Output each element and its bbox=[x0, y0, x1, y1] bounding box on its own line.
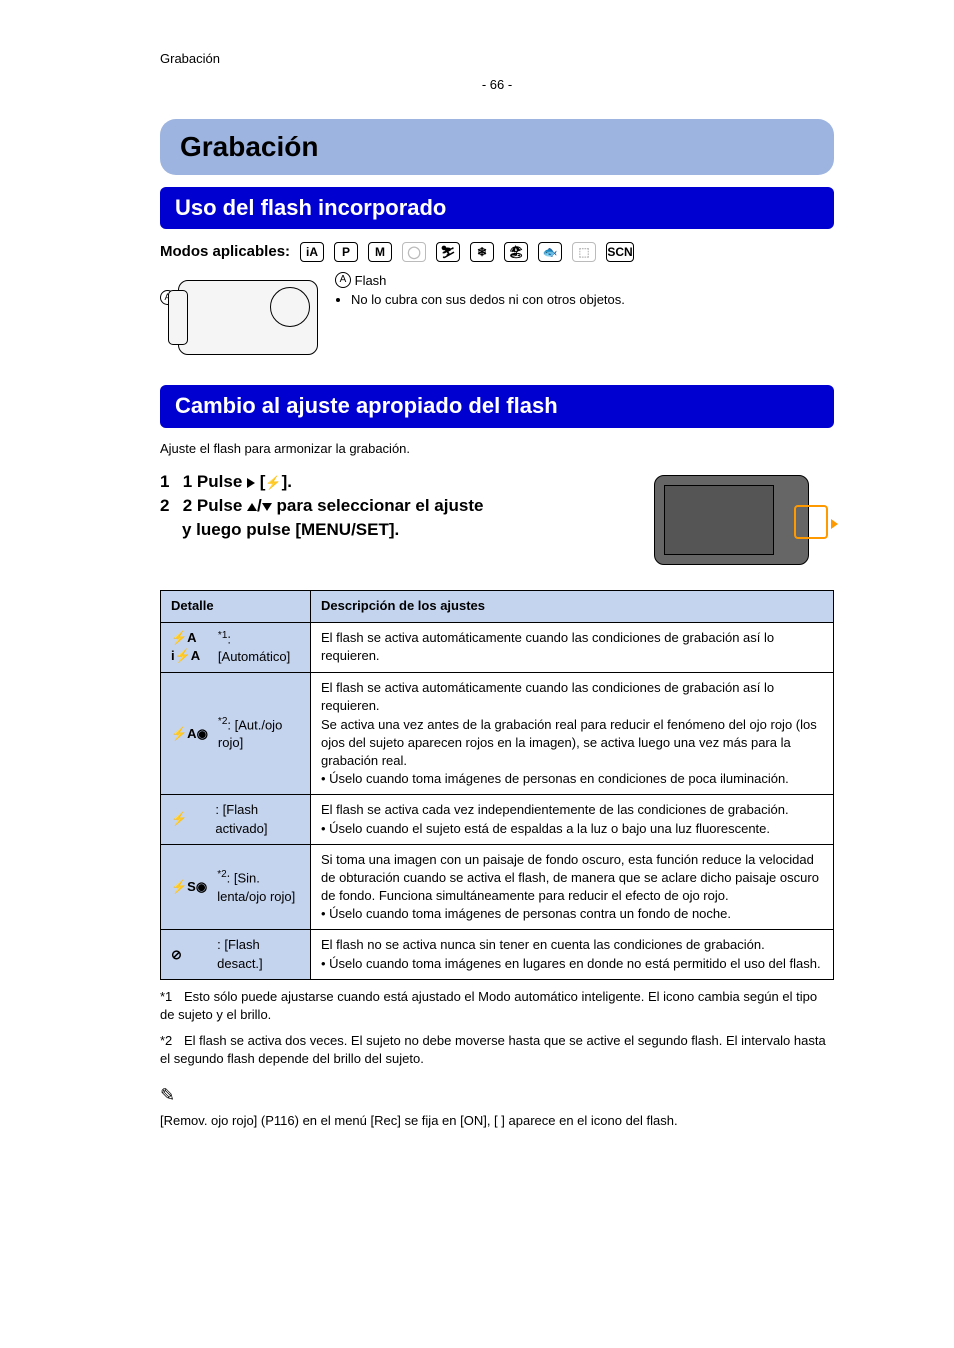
mode-icon-m: M bbox=[368, 242, 392, 262]
row1-sup: *2 bbox=[218, 716, 227, 727]
mode-icon-snow: ❄ bbox=[470, 242, 494, 262]
footnote1-mark: *1 bbox=[160, 988, 184, 1006]
steps-row: 1 1 Pulse []. 2 2 Pulse / para seleccion… bbox=[160, 470, 834, 570]
footnote2-mark: *2 bbox=[160, 1032, 184, 1050]
row1-label: : [Aut./ojo rojo] bbox=[218, 717, 282, 750]
mode-icon-beach: 🏖 bbox=[504, 242, 528, 262]
flash-label-block: A Flash No lo cubra con sus dedos ni con… bbox=[335, 272, 625, 308]
modes-row: Modos aplicables: iA P M ◯ ⛷ ❄ 🏖 🐟 ⬚ SCN bbox=[160, 241, 834, 262]
flash-label-text: Flash bbox=[355, 273, 387, 288]
step1-text-c: ]. bbox=[282, 472, 292, 491]
flash-icon bbox=[265, 472, 281, 491]
table-row: ⚡S◉ *2: [Sin. lenta/ojo rojo] Si toma un… bbox=[161, 844, 834, 930]
step2-text-c: para seleccionar el ajuste bbox=[276, 496, 483, 515]
flash-on-icon: ⚡ bbox=[171, 810, 205, 828]
camera-illustration-row: A A Flash No lo cubra con sus dedos ni c… bbox=[160, 272, 834, 360]
footnote2-text: El flash se activa dos veces. El sujeto … bbox=[160, 1033, 826, 1066]
dpad-highlight bbox=[794, 505, 828, 539]
camera-rear-illustration bbox=[654, 470, 834, 570]
mode-icon-scn: SCN bbox=[606, 242, 634, 262]
callout-badge-a-inline: A bbox=[335, 272, 351, 288]
flash-off-icon: ⊘ bbox=[171, 946, 207, 964]
row0-sup: *1 bbox=[218, 630, 227, 641]
row4-label: : [Flash desact.] bbox=[217, 937, 263, 970]
auto-flash-icon: ⚡Ai⚡A bbox=[171, 629, 208, 665]
pencil-icon bbox=[160, 1083, 834, 1108]
using-flash-title: Uso del flash incorporado bbox=[160, 187, 834, 230]
row2-label: : [Flash activado] bbox=[215, 802, 267, 835]
section-recording: Grabación bbox=[160, 119, 834, 174]
page-category: Grabación bbox=[160, 50, 834, 68]
step1-text-a: 1 Pulse bbox=[183, 472, 243, 491]
mode-icon-p: P bbox=[334, 242, 358, 262]
slow-sync-redeye-icon: ⚡S◉ bbox=[171, 878, 207, 896]
mode-icon-dim: ◯ bbox=[402, 242, 426, 262]
row0-desc: El flash se activa automáticamente cuand… bbox=[311, 622, 834, 673]
table-row: ⚡A◉ *2: [Aut./ojo rojo] El flash se acti… bbox=[161, 673, 834, 795]
camera-front-illustration: A bbox=[160, 272, 320, 360]
note-block: [Remov. ojo rojo] (P116) en el menú [Rec… bbox=[160, 1083, 834, 1130]
switching-title: Cambio al ajuste apropiado del flash bbox=[160, 385, 834, 428]
table-row: ⚡ : [Flash activado] El flash se activa … bbox=[161, 795, 834, 844]
right-arrow-icon bbox=[247, 478, 255, 488]
footnote2b-text: [Remov. ojo rojo] (P116) en el menú [Rec… bbox=[160, 1113, 678, 1128]
footnote-1: *1Esto sólo puede ajustarse cuando está … bbox=[160, 988, 834, 1024]
mode-icon-uw: 🐟 bbox=[538, 242, 562, 262]
step2-text-d: y luego pulse [MENU/SET]. bbox=[182, 518, 638, 542]
page-number: - 66 - bbox=[160, 76, 834, 94]
flash-note: No lo cubra con sus dedos ni con otros o… bbox=[351, 291, 625, 309]
footnote-2: *2El flash se activa dos veces. El sujet… bbox=[160, 1032, 834, 1068]
table-row: ⚡Ai⚡A *1: [Automático] El flash se activ… bbox=[161, 622, 834, 673]
mode-icon-sport: ⛷ bbox=[436, 242, 460, 262]
instruction-text: Ajuste el flash para armonizar la grabac… bbox=[160, 440, 834, 458]
auto-redeye-icon: ⚡A◉ bbox=[171, 725, 208, 743]
dpad-arrow-icon bbox=[831, 519, 838, 529]
table-row: ⊘ : [Flash desact.] El flash no se activ… bbox=[161, 930, 834, 979]
row4-desc: El flash no se activa nunca sin tener en… bbox=[311, 930, 834, 979]
mode-icon-ia: iA bbox=[300, 242, 324, 262]
footnote1-text: Esto sólo puede ajustarse cuando está aj… bbox=[160, 989, 817, 1022]
flash-settings-table: Detalle Descripción de los ajustes ⚡Ai⚡A… bbox=[160, 590, 834, 980]
row1-desc: El flash se activa automáticamente cuand… bbox=[311, 673, 834, 795]
row3-label: : [Sin. lenta/ojo rojo] bbox=[217, 871, 295, 904]
step2-text-a: 2 Pulse bbox=[183, 496, 243, 515]
row3-sup: *2 bbox=[217, 869, 226, 880]
modes-label: Modos aplicables: bbox=[160, 241, 290, 262]
up-arrow-icon bbox=[247, 503, 257, 511]
table-col1: Detalle bbox=[161, 591, 311, 622]
row2-desc: El flash se activa cada vez independient… bbox=[311, 795, 834, 844]
down-arrow-icon bbox=[262, 503, 272, 511]
step-text: 1 1 Pulse []. 2 2 Pulse / para seleccion… bbox=[160, 470, 638, 541]
table-col2: Descripción de los ajustes bbox=[311, 591, 834, 622]
row3-desc: Si toma una imagen con un paisaje de fon… bbox=[311, 844, 834, 930]
row0-label: : [Automático] bbox=[218, 631, 290, 664]
mode-icon-pano: ⬚ bbox=[572, 242, 596, 262]
